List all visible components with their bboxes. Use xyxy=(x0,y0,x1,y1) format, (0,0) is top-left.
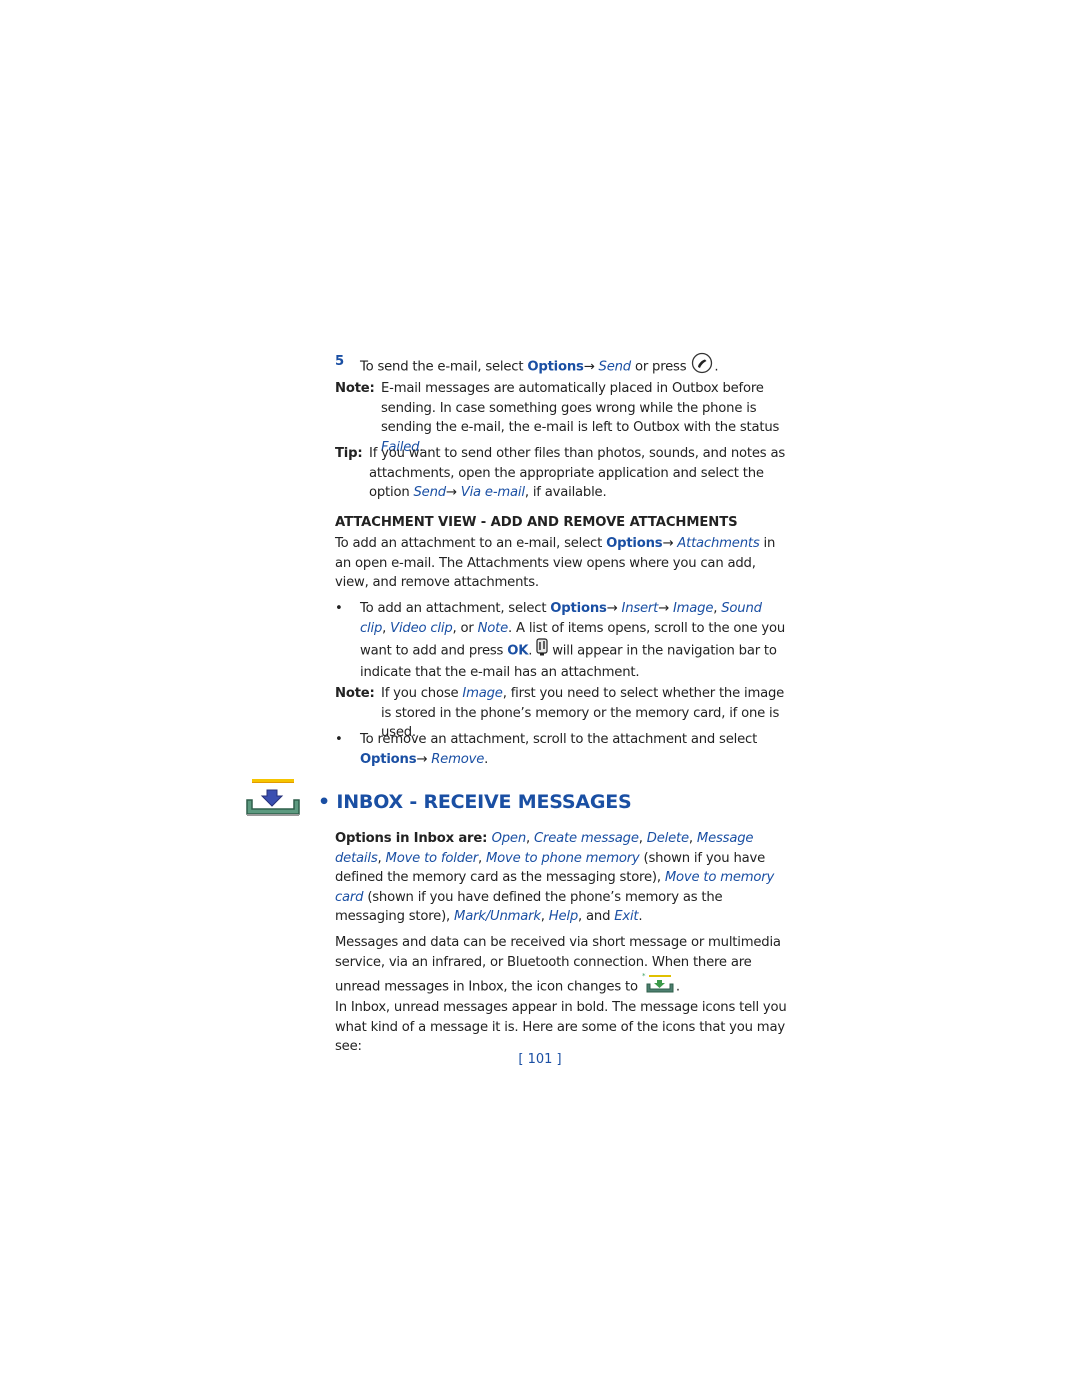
option-move-to-phone-memory: Move to phone memory xyxy=(485,850,640,866)
option-exit: Exit xyxy=(614,909,639,925)
step-number: 5 xyxy=(335,354,344,369)
options-link: Options xyxy=(606,536,663,551)
tip-label: Tip: xyxy=(335,446,363,461)
send-link: Send xyxy=(413,485,447,501)
step-5-text: To send the e-mail, select Options→ Send… xyxy=(360,352,719,381)
step-5: 5 To send the e-mail, select Options→ Se… xyxy=(335,352,790,381)
options-link: Options xyxy=(527,359,584,375)
bullet-dot: • xyxy=(335,601,343,616)
attachment-view-heading: ATTACHMENT VIEW - ADD AND REMOVE ATTACHM… xyxy=(335,515,738,530)
via-email-link: Via e-mail xyxy=(460,485,525,501)
option-help: Help xyxy=(548,909,579,925)
options-link: Options xyxy=(550,601,607,616)
remove-link: Remove xyxy=(431,751,485,767)
insert-link: Insert xyxy=(621,601,659,616)
page-number: [ 101 ] xyxy=(518,1052,562,1067)
bullet-text: To remove an attachment, scroll to the a… xyxy=(360,732,758,767)
option-mark-unmark: Mark/Unmark xyxy=(454,909,541,925)
inbox-heading: • INBOX - RECEIVE MESSAGES xyxy=(318,791,632,813)
unread-inbox-icon: * xyxy=(642,972,676,1001)
options-label: Options in Inbox are: xyxy=(335,831,492,846)
option-delete: Delete xyxy=(646,831,689,846)
call-key-icon xyxy=(690,352,714,381)
bullet-add-attachment: • To add an attachment, select Options→ … xyxy=(335,599,790,682)
inbox-icon xyxy=(244,778,302,822)
inbox-receive-paragraph: Messages and data can be received via sh… xyxy=(335,933,790,1001)
send-link: Send xyxy=(598,359,632,375)
option-open: Open xyxy=(491,831,527,846)
paperclip-icon xyxy=(536,638,548,663)
video-clip-link: Video clip xyxy=(390,620,453,636)
inbox-options-paragraph: Options in Inbox are: Open, Create messa… xyxy=(335,831,775,925)
ok-key: OK xyxy=(507,643,529,659)
option-create-message: Create message xyxy=(534,831,639,846)
tip-text: If you want to send other files than pho… xyxy=(369,446,785,501)
inbox-icons-paragraph: In Inbox, unread messages appear in bold… xyxy=(335,1000,787,1055)
tip: Tip: If you want to send other files tha… xyxy=(335,444,790,503)
option-move-to-folder: Move to folder xyxy=(385,850,479,866)
attachment-intro: To add an attachment to an e-mail, selec… xyxy=(335,536,776,591)
image-link: Image xyxy=(462,686,503,701)
image-link: Image xyxy=(672,601,714,616)
svg-text:*: * xyxy=(642,972,646,980)
note-link: Note xyxy=(477,620,509,636)
bullet-dot: • xyxy=(335,732,343,747)
attachments-link: Attachments xyxy=(677,536,760,551)
manual-page: 5 To send the e-mail, select Options→ Se… xyxy=(0,0,1080,1397)
options-link: Options xyxy=(360,751,417,767)
bullet-text: To add an attachment, select Options→ In… xyxy=(360,601,785,680)
bullet-remove-attachment: • To remove an attachment, scroll to the… xyxy=(335,730,790,769)
